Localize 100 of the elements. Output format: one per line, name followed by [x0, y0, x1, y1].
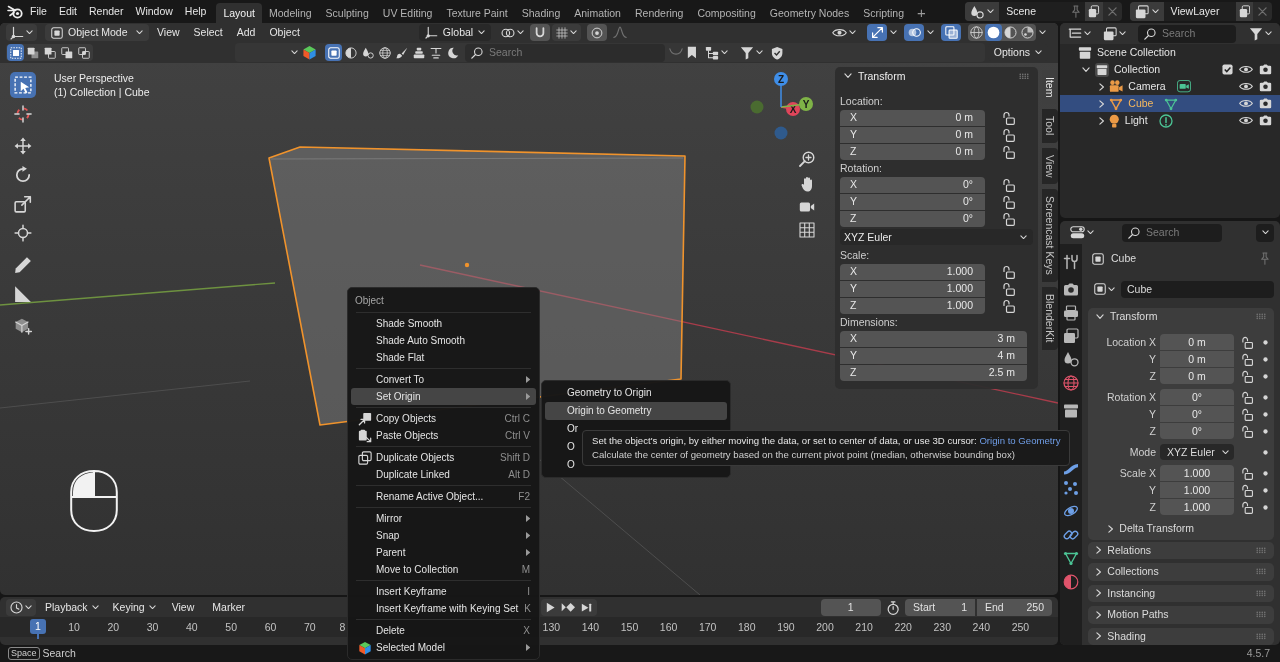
keyframe-dot-icon[interactable] [1262, 504, 1268, 510]
menu-item[interactable]: Shade Auto Smooth [351, 332, 536, 349]
caret-icon[interactable] [291, 50, 298, 55]
outliner-item[interactable]: Collection [1060, 61, 1280, 78]
shading-mode-button[interactable] [985, 24, 1002, 41]
keyframe-dot-icon[interactable] [1262, 411, 1268, 417]
menu-item[interactable]: Move to Collection M [351, 561, 536, 578]
outliner-item[interactable]: Light [1060, 112, 1280, 129]
current-frame-field[interactable]: 1 [820, 599, 881, 616]
menu-item[interactable]: Snap [351, 527, 536, 544]
next-keyframe-icon[interactable] [561, 602, 576, 613]
image-stack-icon[interactable] [1063, 328, 1079, 344]
keyframe-dot-icon[interactable] [1262, 339, 1268, 345]
printer-icon[interactable] [1063, 305, 1079, 321]
color-cube-icon[interactable] [302, 45, 317, 60]
end-frame-field[interactable]: End 250 [977, 599, 1052, 616]
globe-icon[interactable] [1063, 375, 1079, 391]
keyframe-dot-icon[interactable] [1262, 487, 1268, 493]
axis-handle[interactable]: Z [774, 72, 788, 108]
padlock-icon[interactable] [1240, 352, 1254, 366]
menu-item[interactable]: Marker [205, 601, 252, 614]
shading-mode-button[interactable] [1019, 24, 1036, 41]
search-field[interactable]: Search [1138, 24, 1236, 43]
padlock-icon[interactable] [1240, 500, 1254, 514]
padlock-icon[interactable] [1240, 407, 1254, 421]
jump-end-icon[interactable] [581, 602, 593, 613]
number-field[interactable]: 0° [1160, 389, 1234, 405]
subpanel-header[interactable]: Delta Transform [1088, 519, 1194, 538]
padlock-icon[interactable] [1240, 369, 1254, 383]
shading-mode-button[interactable] [1002, 24, 1019, 41]
number-field[interactable]: Z 0° [840, 210, 985, 227]
play-icon[interactable] [546, 602, 556, 613]
zoom-icon[interactable] [799, 151, 815, 167]
panel-header[interactable]: Instancing [1088, 584, 1274, 602]
eye-icon[interactable] [1239, 82, 1253, 91]
keyframe-dot-icon[interactable] [1262, 356, 1268, 362]
caret-icon[interactable] [1039, 30, 1046, 35]
caret-icon[interactable] [890, 30, 897, 35]
number-field[interactable]: Y 0 m [840, 126, 985, 143]
camera-icon[interactable] [1259, 98, 1272, 109]
padlock-icon[interactable] [1240, 390, 1254, 404]
outliner-item[interactable]: Camera [1060, 78, 1280, 95]
asset-type-button[interactable] [376, 44, 393, 61]
number-field[interactable]: Y 1.000 [840, 280, 985, 297]
menu-item[interactable]: Selected Model [351, 639, 536, 656]
padlock-icon[interactable] [1002, 194, 1015, 209]
outliner-item[interactable]: Scene Collection [1060, 44, 1280, 61]
eye-icon[interactable] [1239, 116, 1253, 125]
menu-item[interactable]: Parent [351, 544, 536, 561]
menu-item[interactable]: Geometry to Origin [545, 384, 727, 402]
panel-header[interactable]: Relations [1088, 541, 1274, 559]
number-field[interactable]: Z 0 m [840, 143, 985, 160]
keyframe-dot-icon[interactable] [1262, 394, 1268, 400]
workspace-tab[interactable]: Sculpting [318, 3, 376, 23]
menu-item[interactable]: Set Origin [351, 388, 536, 405]
eye-icon[interactable] [1239, 99, 1253, 108]
orientation-dropdown[interactable]: Global [418, 24, 492, 41]
scene-selector-button[interactable] [965, 2, 1000, 21]
shading-mode-button[interactable] [968, 24, 985, 41]
menu-dropdown[interactable]: Keying [107, 599, 161, 616]
menu-item[interactable]: Select [186, 26, 230, 39]
menu-item[interactable]: Rename Active Object... F2 [351, 488, 536, 505]
shield-icon[interactable] [770, 45, 784, 60]
keyframe-dot-icon[interactable] [1262, 449, 1268, 455]
workspace-tab[interactable]: Shading [514, 3, 568, 23]
number-field[interactable]: Z 1.000 [840, 297, 985, 314]
menu-item[interactable]: File [24, 5, 53, 18]
menu-item[interactable]: Origin to Geometry [545, 402, 727, 420]
number-field[interactable]: X 0° [840, 176, 985, 193]
xray-toggle[interactable] [941, 24, 961, 41]
menu-item[interactable]: Shade Smooth [351, 315, 536, 332]
workspace-tab[interactable]: Compositing [690, 3, 763, 23]
workspace-tab[interactable]: Rendering [627, 3, 691, 23]
workspace-tab[interactable]: Texture Paint [439, 3, 515, 23]
padlock-icon[interactable] [1240, 424, 1254, 438]
number-field[interactable]: X 3 m [840, 330, 1027, 347]
workspace-tab[interactable]: UV Editing [375, 3, 440, 23]
asset-type-button[interactable] [342, 44, 359, 61]
hand-icon[interactable] [801, 176, 815, 192]
view-layer-selector-button[interactable] [1129, 2, 1164, 21]
padlock-icon[interactable] [1002, 281, 1015, 296]
editor-type-button[interactable] [6, 599, 36, 616]
workspace-tab[interactable]: Animation [567, 3, 628, 23]
padlock-icon[interactable] [1002, 144, 1015, 159]
number-field[interactable]: 0° [1160, 423, 1234, 439]
options-dropdown[interactable] [1256, 223, 1274, 242]
number-field[interactable]: 0 m [1160, 334, 1234, 350]
checkbox[interactable] [1222, 64, 1233, 75]
half-circle-icon[interactable] [1063, 574, 1079, 590]
menu-item[interactable]: Edit [52, 5, 83, 18]
camera-icon[interactable] [1063, 283, 1079, 296]
number-field[interactable]: 1.000 [1160, 465, 1234, 481]
menu-item[interactable]: Shade Flat [351, 349, 536, 366]
number-field[interactable]: 1.000 [1160, 499, 1234, 515]
menu-item[interactable]: Duplicate Linked Alt D [351, 466, 536, 483]
number-field[interactable]: Y 0° [840, 193, 985, 210]
camera-icon[interactable] [1259, 64, 1272, 75]
workspace-tab[interactable]: Layout [216, 3, 262, 23]
number-field[interactable]: 1.000 [1160, 482, 1234, 498]
camera-data-icon[interactable] [1176, 80, 1191, 93]
